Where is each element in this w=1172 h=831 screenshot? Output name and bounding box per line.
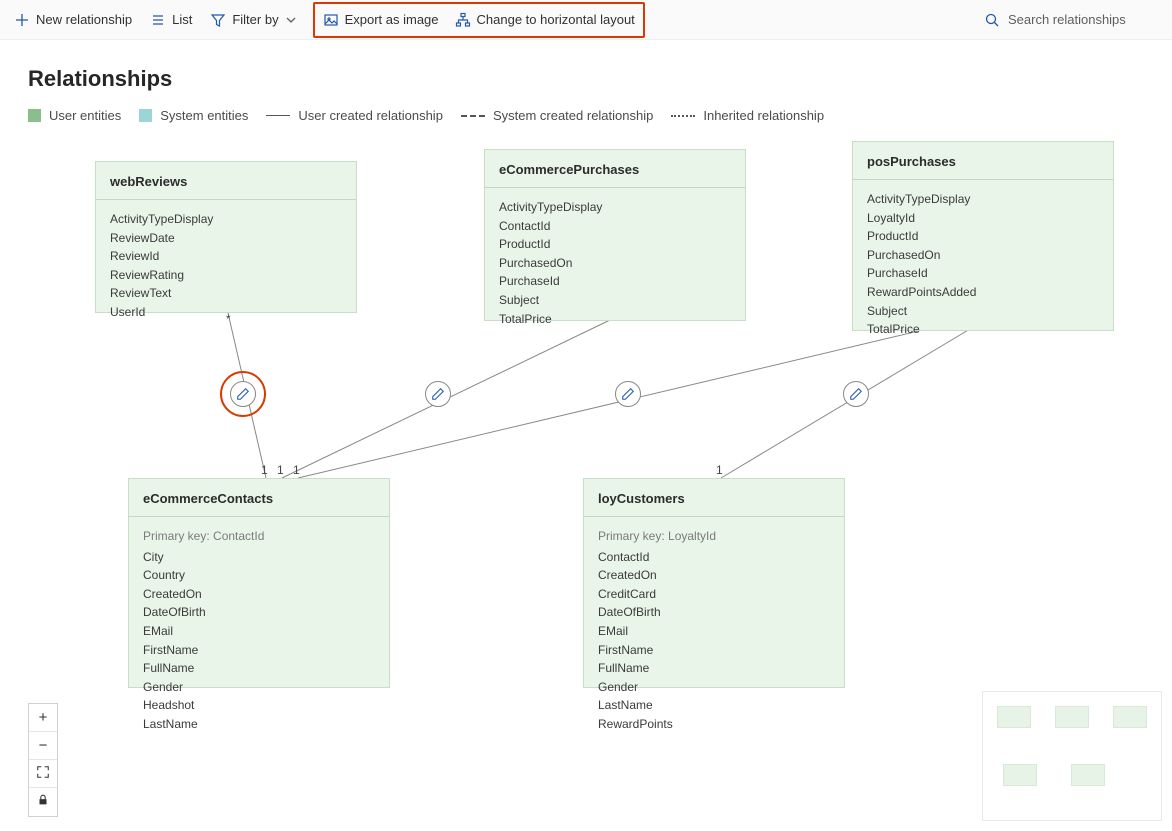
- legend-system-entities: System entities: [139, 108, 248, 123]
- export-as-image-button[interactable]: Export as image: [315, 4, 447, 36]
- fullscreen-icon: [36, 765, 50, 779]
- edit-relationship-button[interactable]: [230, 381, 256, 407]
- layout-icon: [455, 12, 471, 28]
- dash-line-icon: [461, 115, 485, 117]
- filter-icon: [210, 12, 226, 28]
- entity-title: loyCustomers: [584, 479, 844, 517]
- dot-line-icon: [671, 115, 695, 117]
- legend: User entities System entities User creat…: [0, 92, 1172, 123]
- chevron-down-icon: [283, 12, 299, 28]
- entity-card-pospurchases[interactable]: posPurchases ActivityTypeDisplay Loyalty…: [852, 141, 1114, 331]
- minimap-node: [1003, 764, 1037, 786]
- list-icon: [150, 12, 166, 28]
- filter-by-button[interactable]: Filter by: [202, 4, 306, 36]
- legend-inherited-rel: Inherited relationship: [671, 108, 824, 123]
- entity-title: eCommercePurchases: [485, 150, 745, 188]
- zoom-controls: + −: [28, 703, 58, 817]
- filter-by-label: Filter by: [232, 12, 278, 27]
- user-entities-swatch: [28, 109, 41, 122]
- pencil-icon: [849, 387, 863, 401]
- cardinality-mark: 1: [716, 463, 723, 477]
- entity-card-loycustomers[interactable]: loyCustomers Primary key: LoyaltyId Cont…: [583, 478, 845, 688]
- zoom-out-button[interactable]: −: [29, 732, 57, 760]
- pencil-icon: [431, 387, 445, 401]
- entity-fields: ActivityTypeDisplay ReviewDate ReviewId …: [96, 200, 356, 334]
- cardinality-mark: 1: [293, 463, 300, 477]
- edit-relationship-button[interactable]: [615, 381, 641, 407]
- legend-user-rel: User created relationship: [266, 108, 443, 123]
- solid-line-icon: [266, 115, 290, 116]
- search-wrap[interactable]: [980, 11, 1166, 28]
- entity-card-ecommercepurchases[interactable]: eCommercePurchases ActivityTypeDisplay C…: [484, 149, 746, 321]
- entity-fields: ActivityTypeDisplay ContactId ProductId …: [485, 188, 745, 340]
- cardinality-mark: 1: [277, 463, 284, 477]
- legend-system-rel: System created relationship: [461, 108, 653, 123]
- search-input[interactable]: [1006, 11, 1156, 28]
- entity-fields: Primary key: LoyaltyId ContactId Created…: [584, 517, 844, 746]
- legend-user-entities: User entities: [28, 108, 121, 123]
- minimap-node: [1055, 706, 1089, 728]
- zoom-in-button[interactable]: +: [29, 704, 57, 732]
- entity-card-ecommercecontacts[interactable]: eCommerceContacts Primary key: ContactId…: [128, 478, 390, 688]
- cardinality-mark: 1: [261, 463, 268, 477]
- new-relationship-button[interactable]: New relationship: [6, 4, 140, 36]
- system-entities-swatch: [139, 109, 152, 122]
- new-relationship-label: New relationship: [36, 12, 132, 27]
- entity-fields: ActivityTypeDisplay LoyaltyId ProductId …: [853, 180, 1113, 351]
- list-label: List: [172, 12, 192, 27]
- entity-fields: Primary key: ContactId City Country Crea…: [129, 517, 389, 746]
- entity-title: posPurchases: [853, 142, 1113, 180]
- lock-icon: [36, 793, 50, 807]
- list-button[interactable]: List: [142, 4, 200, 36]
- page-title: Relationships: [0, 40, 1172, 92]
- fit-to-screen-button[interactable]: [29, 760, 57, 788]
- change-layout-button[interactable]: Change to horizontal layout: [447, 4, 643, 36]
- minimap[interactable]: [982, 691, 1162, 821]
- export-as-image-label: Export as image: [345, 12, 439, 27]
- pencil-icon: [236, 387, 250, 401]
- minimap-node: [1071, 764, 1105, 786]
- toolbar-highlight-box: Export as image Change to horizontal lay…: [313, 2, 645, 38]
- minimap-node: [997, 706, 1031, 728]
- entity-title: webReviews: [96, 162, 356, 200]
- plus-icon: [14, 12, 30, 28]
- edit-relationship-button[interactable]: [425, 381, 451, 407]
- entity-card-webreviews[interactable]: webReviews ActivityTypeDisplay ReviewDat…: [95, 161, 357, 313]
- lock-view-button[interactable]: [29, 788, 57, 816]
- pencil-icon: [621, 387, 635, 401]
- image-icon: [323, 12, 339, 28]
- edit-relationship-button[interactable]: [843, 381, 869, 407]
- change-layout-label: Change to horizontal layout: [477, 12, 635, 27]
- search-icon: [984, 12, 1000, 28]
- toolbar: New relationship List Filter by Export a…: [0, 0, 1172, 40]
- entity-title: eCommerceContacts: [129, 479, 389, 517]
- minimap-node: [1113, 706, 1147, 728]
